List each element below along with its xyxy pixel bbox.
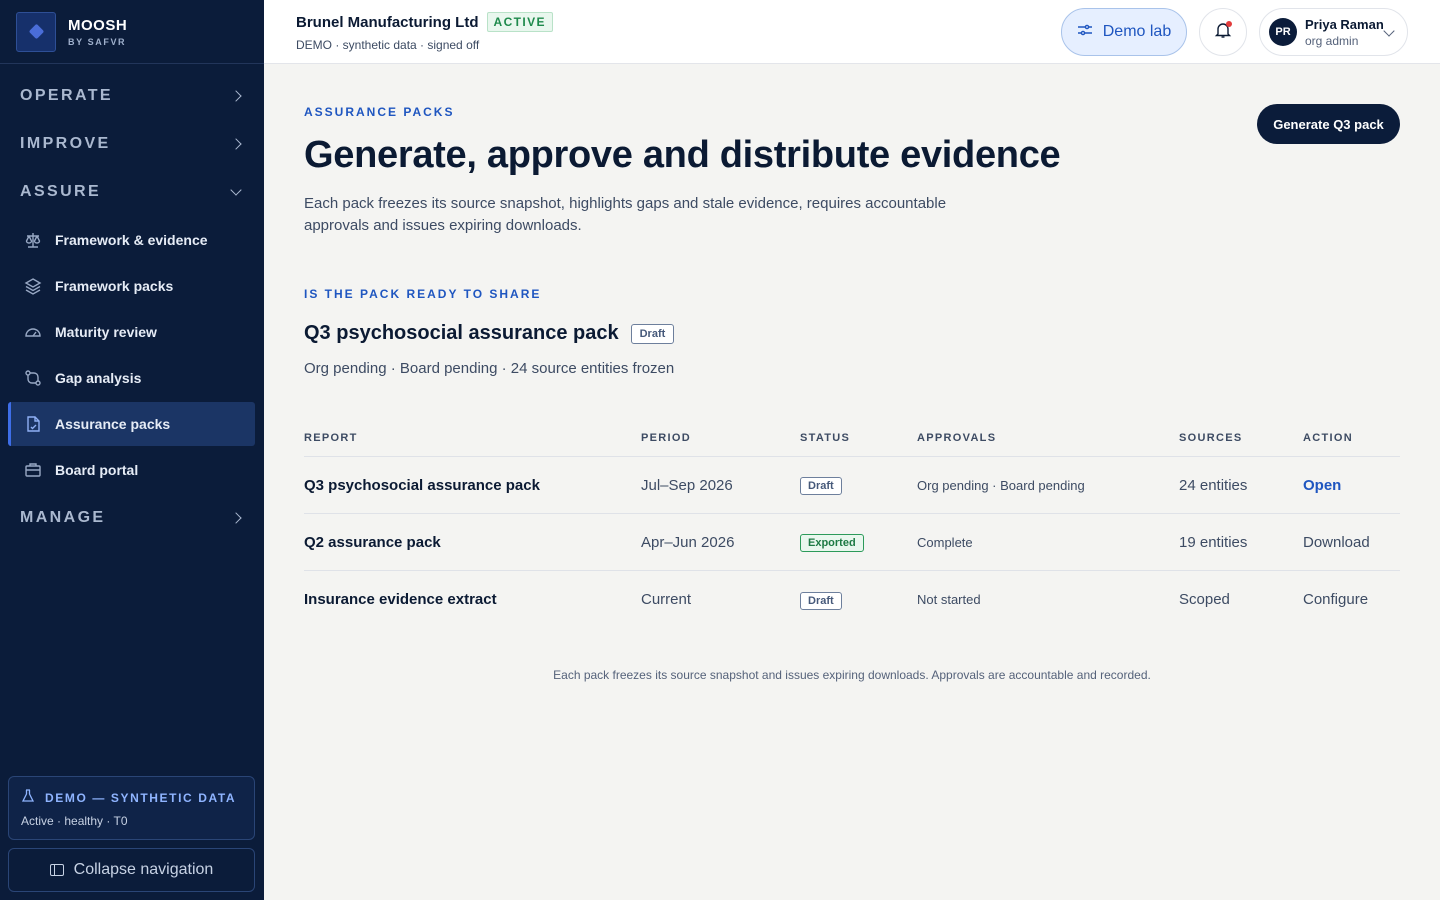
topbar: Brunel Manufacturing Ltd ACTIVE DEMO · s… [264,0,1440,64]
sidebar-item-framework-evidence[interactable]: Framework & evidence [8,218,255,262]
page-description: Each pack freezes its source snapshot, h… [304,195,947,234]
demo-subtitle: Active · healthy · T0 [21,814,128,828]
table-row[interactable]: Insurance evidence extract Current Draft… [304,571,1400,628]
sidebar-item-label: Gap analysis [55,370,142,386]
period: Apr–Jun 2026 [641,533,735,551]
briefcase-icon [24,461,42,479]
pack-summary: Org pending · Board pending · 24 source … [304,360,675,377]
gauge-icon [24,323,42,341]
status-badge: Exported [800,534,864,552]
file-icon [24,415,42,433]
status-badge: Draft [800,591,842,610]
assurance-packs-table: REPORT PERIOD STATUS APPROVALS SOURCES A… [304,420,1400,628]
sidebar-item-label: Maturity review [55,324,157,340]
user-menu[interactable]: PR Priya Raman org admin [1259,8,1408,56]
sidebar-item-gap-analysis[interactable]: Gap analysis [8,356,255,400]
column-header: ACTION [1303,432,1353,444]
column-header: PERIOD [641,432,691,444]
collapse-label: Collapse navigation [73,861,214,878]
pack-title: Q3 psychosocial assurance pack [304,322,619,344]
brand-logo-icon [16,11,56,52]
sources: 24 entities [1179,476,1248,494]
sidebar-item-assurance-packs[interactable]: Assurance packs [8,402,255,446]
sliders-icon [1077,23,1093,42]
demo-lab-label: Demo lab [1102,23,1172,40]
report-name: Insurance evidence extract [304,591,497,608]
status-badge: ACTIVE [486,12,553,32]
column-header: STATUS [800,432,851,444]
configure-link[interactable]: Configure [1303,591,1400,608]
generate-pack-button[interactable]: Generate Q3 pack [1257,104,1400,144]
page-eyebrow: ASSURANCE PACKS [304,105,455,119]
chevron-right-icon [230,512,242,524]
sidebar-item-label: Framework & evidence [55,232,208,248]
section-label: OPERATE [20,87,113,104]
sidebar-item-label: Framework packs [55,278,174,294]
user-name: Priya Raman [1305,16,1384,32]
nav-section-manage[interactable]: MANAGE [0,494,264,542]
layers-icon [24,277,42,295]
sidebar-panel-icon [49,864,64,876]
nav-section-improve[interactable]: IMPROVE [0,120,264,168]
demo-lab-button[interactable]: Demo lab [1061,8,1187,56]
chevron-down-icon [1383,25,1395,37]
column-header: APPROVALS [917,432,997,444]
period: Current [641,591,692,608]
brand-name: MOOSH [68,16,128,34]
sidebar: MOOSH BY SAFVR OPERATE IMPROVE ASSURE Fr… [0,0,264,900]
sidebar-item-maturity-review[interactable]: Maturity review [8,310,255,354]
status-badge: Draft [800,477,842,495]
flask-icon [21,789,35,806]
notifications-button[interactable] [1199,8,1247,56]
section-label: ASSURE [20,183,102,200]
table-row[interactable]: Q2 assurance pack Apr–Jun 2026 Exported … [304,514,1400,571]
sources: 19 entities [1179,533,1248,551]
column-header: REPORT [304,432,358,444]
report-name: Q3 psychosocial assurance pack [304,476,540,494]
nav-section-operate[interactable]: OPERATE [0,72,264,120]
brand[interactable]: MOOSH BY SAFVR [0,0,264,64]
avatar: PR [1269,18,1297,46]
page-title: Generate, approve and distribute evidenc… [304,134,1061,176]
org-header: Brunel Manufacturing Ltd ACTIVE DEMO · s… [296,12,553,52]
section-label: IMPROVE [20,135,111,152]
approvals: Complete [917,534,973,550]
scale-icon [24,231,42,249]
sidebar-item-label: Board portal [55,462,139,478]
demo-status-card: DEMO — SYNTHETIC DATA Active · healthy ·… [8,776,255,840]
nav-section-assure[interactable]: ASSURE [0,168,264,216]
user-role: org admin [1305,33,1359,48]
org-subtitle: DEMO · synthetic data · signed off [296,38,480,52]
status-badge: Draft [630,323,675,344]
table-header: REPORT PERIOD STATUS APPROVALS SOURCES A… [304,420,1400,457]
notification-dot [1226,21,1232,27]
sidebar-item-label: Assurance packs [55,416,171,432]
sidebar-item-board-portal[interactable]: Board portal [8,448,255,492]
chevron-right-icon [230,90,242,102]
sources: Scoped [1179,591,1230,608]
report-name: Q2 assurance pack [304,533,441,551]
collapse-navigation-button[interactable]: Collapse navigation [8,848,255,892]
chevron-down-icon [230,184,242,196]
sidebar-item-framework-packs[interactable]: Framework packs [8,264,255,308]
chevron-right-icon [230,138,242,150]
approvals: Not started [917,592,981,607]
readiness-eyebrow: IS THE PACK READY TO SHARE [304,287,542,301]
open-link[interactable]: Open [1303,477,1400,494]
table-row[interactable]: Q3 psychosocial assurance pack Jul–Sep 2… [304,457,1400,514]
git-compare-icon [24,369,42,387]
period: Jul–Sep 2026 [641,476,733,494]
download-link[interactable]: Download [1303,534,1400,551]
org-name: Brunel Manufacturing Ltd [296,13,479,31]
column-header: SOURCES [1179,432,1243,444]
approvals: Org pending · Board pending [917,477,1085,493]
demo-title: DEMO — SYNTHETIC DATA [45,790,237,805]
section-label: MANAGE [20,509,106,526]
brand-subtitle: BY SAFVR [68,36,127,47]
footnote: Each pack freezes its source snapshot an… [553,668,1151,682]
